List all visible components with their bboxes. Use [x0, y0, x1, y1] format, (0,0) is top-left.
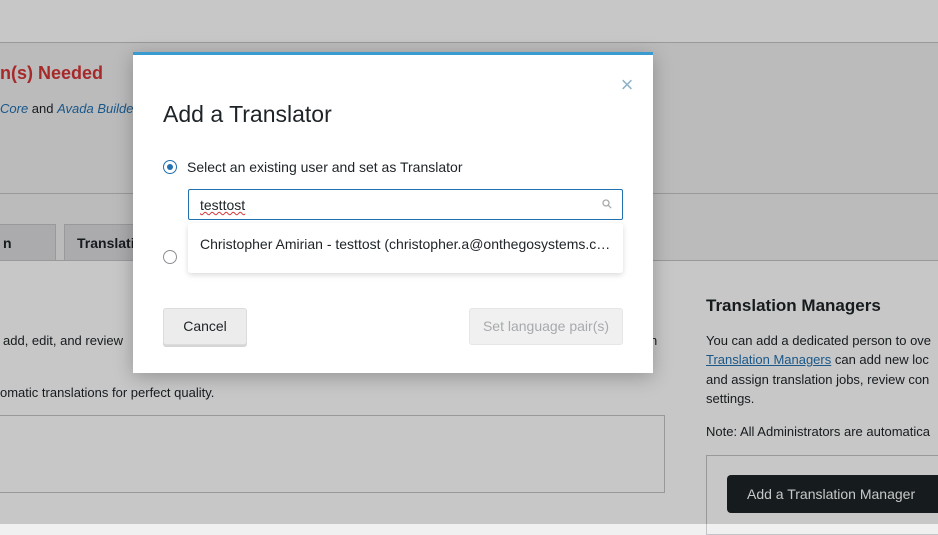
close-icon[interactable]: × [617, 74, 637, 96]
radio-new-user[interactable] [163, 250, 177, 264]
user-suggestions-dropdown: Christopher Amirian - testtost (christop… [188, 223, 623, 273]
radio-existing-user-label[interactable]: Select an existing user and set as Trans… [187, 159, 462, 175]
dialog-title: Add a Translator [163, 101, 332, 127]
search-icon [602, 199, 612, 209]
user-search-input[interactable]: testtost [188, 189, 623, 220]
suggestion-item[interactable]: Christopher Amirian - testtost (christop… [200, 236, 612, 252]
set-language-pairs-button[interactable]: Set language pair(s) [469, 308, 623, 345]
search-value: testtost [200, 197, 246, 213]
add-translator-dialog: × Add a Translator Select an existing us… [133, 52, 653, 373]
radio-existing-user[interactable] [163, 160, 177, 174]
cancel-button[interactable]: Cancel [163, 308, 247, 345]
